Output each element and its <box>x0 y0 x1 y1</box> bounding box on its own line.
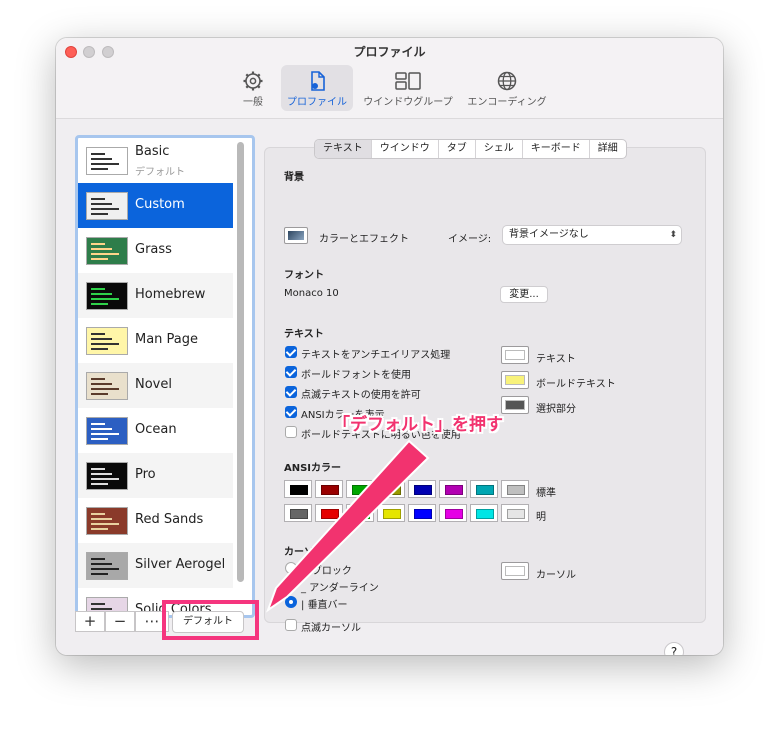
annotation-highlight-box <box>162 600 259 640</box>
annotation-arrow <box>265 439 430 613</box>
annotation-callout: 「デフォルト」を押す <box>333 415 503 435</box>
